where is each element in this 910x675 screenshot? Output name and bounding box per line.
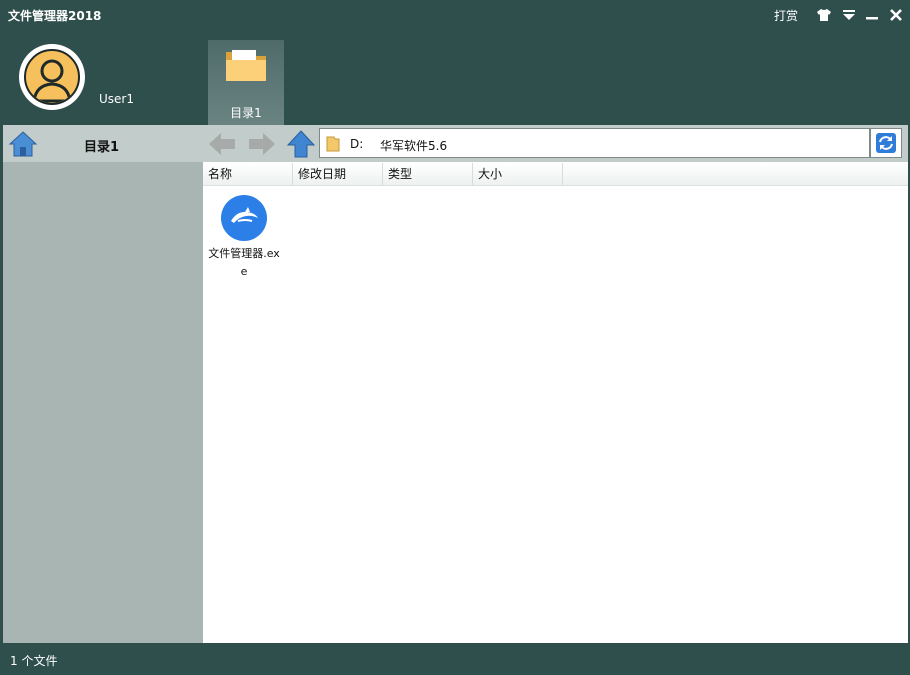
column-header-type[interactable]: 类型 xyxy=(383,163,473,185)
dropdown-menu-icon[interactable] xyxy=(840,6,858,24)
column-header-name[interactable]: 名称 xyxy=(203,163,293,185)
column-header-size[interactable]: 大小 xyxy=(473,163,563,185)
app-title: 文件管理器2018 xyxy=(8,9,102,23)
sidebar-title: 目录1 xyxy=(84,140,120,155)
up-arrow-icon[interactable] xyxy=(286,129,316,162)
close-icon[interactable] xyxy=(887,6,905,24)
username: User1 xyxy=(99,92,134,106)
folder-icon xyxy=(326,135,340,155)
file-name: 文件管理器.exe xyxy=(208,247,280,278)
home-icon[interactable] xyxy=(8,130,38,161)
folder-icon xyxy=(226,50,266,81)
address-drive[interactable]: D: xyxy=(350,137,363,151)
shirt-icon[interactable] xyxy=(815,6,833,24)
back-arrow-icon[interactable] xyxy=(207,131,237,160)
refresh-button[interactable] xyxy=(870,128,902,158)
refresh-icon xyxy=(876,133,896,153)
reward-button[interactable]: 打赏 xyxy=(774,7,798,24)
sidebar xyxy=(3,125,203,643)
tab-directory-1[interactable]: 目录1 xyxy=(208,40,284,126)
column-headers: 名称 修改日期 类型 大小 xyxy=(203,163,908,186)
status-text: 1 个文件 xyxy=(10,654,58,668)
dolphin-app-icon xyxy=(221,195,267,241)
file-item[interactable]: 文件管理器.exe xyxy=(206,192,282,284)
user-avatar-icon[interactable] xyxy=(19,44,85,110)
tab-label: 目录1 xyxy=(230,106,262,120)
column-header-modified[interactable]: 修改日期 xyxy=(293,163,383,185)
forward-arrow-icon[interactable] xyxy=(247,131,277,160)
minimize-icon[interactable] xyxy=(863,6,881,24)
address-path-segment[interactable]: 华军软件5.6 xyxy=(380,137,447,154)
